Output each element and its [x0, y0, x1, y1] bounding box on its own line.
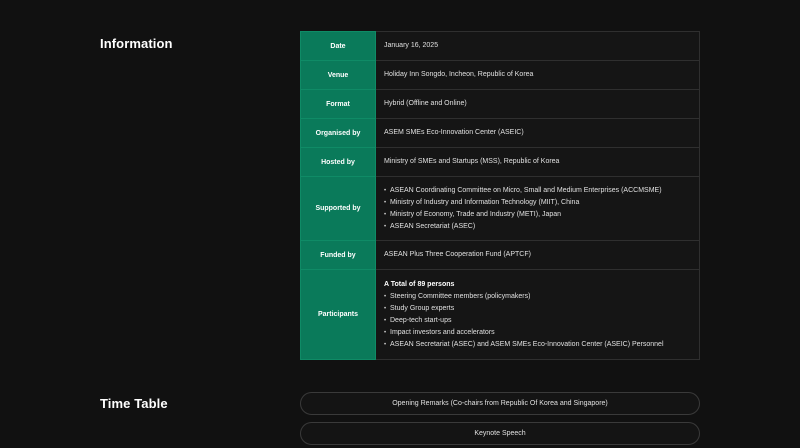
row-label-hosted-by: Hosted by	[300, 147, 376, 177]
row-label-venue: Venue	[300, 60, 376, 90]
row-label-organised-by: Organised by	[300, 118, 376, 148]
participants-total: A Total of 89 persons	[384, 280, 455, 288]
row-value-funded-by: ASEAN Plus Three Cooperation Fund (APTCF…	[375, 240, 700, 270]
row-label-supported-by: Supported by	[300, 176, 376, 241]
table-row: Hosted by Ministry of SMEs and Startups …	[300, 147, 700, 177]
list-item: Ministry of Economy, Trade and Industry …	[384, 209, 691, 221]
list-item: Study Group experts	[384, 303, 691, 315]
table-row: Venue Holiday Inn Songdo, Incheon, Repub…	[300, 60, 700, 90]
timetable-item-keynote-speech[interactable]: Keynote Speech	[300, 422, 700, 445]
row-value-date: January 16, 2025	[375, 31, 700, 61]
list-item: ASEAN Secretariat (ASEC)	[384, 221, 691, 233]
row-value-participants: A Total of 89 persons Steering Committee…	[375, 269, 700, 360]
timetable-item-opening-remarks[interactable]: Opening Remarks (Co-chairs from Republic…	[300, 392, 700, 415]
table-row: Format Hybrid (Offline and Online)	[300, 89, 700, 119]
participants-list: Steering Committee members (policymakers…	[384, 291, 691, 351]
row-value-hosted-by: Ministry of SMEs and Startups (MSS), Rep…	[375, 147, 700, 177]
table-row: Supported by ASEAN Coordinating Committe…	[300, 176, 700, 241]
information-heading: Information	[100, 36, 173, 51]
row-value-format: Hybrid (Offline and Online)	[375, 89, 700, 119]
list-item: ASEAN Coordinating Committee on Micro, S…	[384, 185, 691, 197]
list-item: Deep-tech start-ups	[384, 315, 691, 327]
row-value-supported-by: ASEAN Coordinating Committee on Micro, S…	[375, 176, 700, 241]
timetable-heading: Time Table	[100, 396, 168, 411]
table-row: Date January 16, 2025	[300, 31, 700, 61]
table-row: Funded by ASEAN Plus Three Cooperation F…	[300, 240, 700, 270]
supported-by-list: ASEAN Coordinating Committee on Micro, S…	[384, 185, 691, 233]
row-label-date: Date	[300, 31, 376, 61]
row-value-venue: Holiday Inn Songdo, Incheon, Republic of…	[375, 60, 700, 90]
information-table: Date January 16, 2025 Venue Holiday Inn …	[300, 31, 700, 360]
row-value-organised-by: ASEM SMEs Eco-Innovation Center (ASEIC)	[375, 118, 700, 148]
table-row: Organised by ASEM SMEs Eco-Innovation Ce…	[300, 118, 700, 148]
row-label-participants: Participants	[300, 269, 376, 360]
row-label-funded-by: Funded by	[300, 240, 376, 270]
list-item: Impact investors and accelerators	[384, 327, 691, 339]
list-item: Ministry of Industry and Information Tec…	[384, 197, 691, 209]
list-item: ASEAN Secretariat (ASEC) and ASEM SMEs E…	[384, 339, 691, 351]
list-item: Steering Committee members (policymakers…	[384, 291, 691, 303]
row-label-format: Format	[300, 89, 376, 119]
table-row: Participants A Total of 89 persons Steer…	[300, 269, 700, 360]
